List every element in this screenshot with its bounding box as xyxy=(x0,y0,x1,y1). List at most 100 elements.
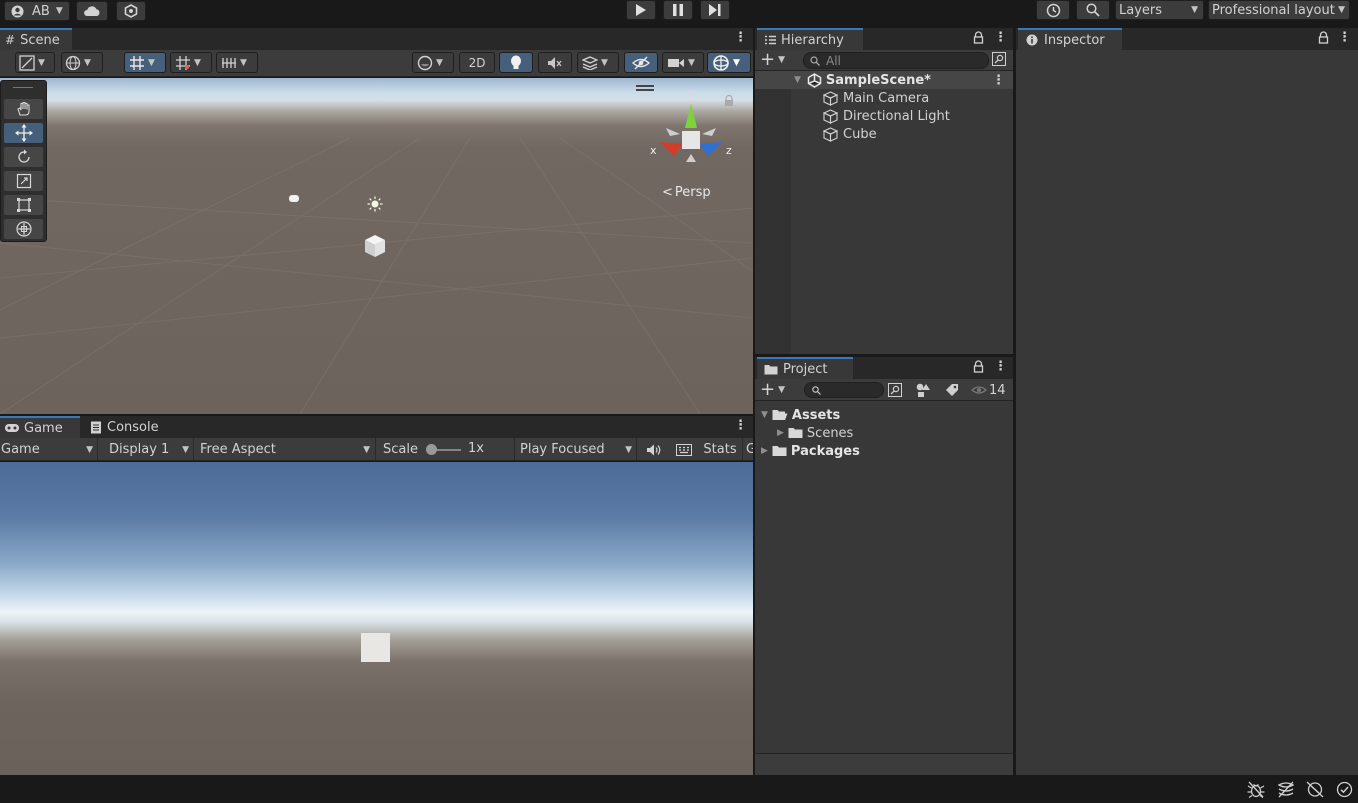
hierarchy-item[interactable]: Main Camera xyxy=(823,89,929,107)
increment-snap-button[interactable]: ▼ xyxy=(170,52,212,73)
tab-console[interactable]: Console xyxy=(84,416,168,438)
persp-label: Persp xyxy=(674,185,711,200)
tab-project[interactable]: Project xyxy=(757,357,853,379)
gamepad-icon xyxy=(4,423,20,433)
more-options-icon[interactable]: ⋮ xyxy=(734,30,747,45)
lock-icon[interactable] xyxy=(973,360,984,377)
world-view-dropdown[interactable]: ▼ xyxy=(61,52,103,73)
stats-toggle[interactable]: Stats xyxy=(699,438,741,460)
collab-button[interactable] xyxy=(116,1,146,21)
history-button[interactable] xyxy=(1036,0,1070,20)
aspect-dropdown[interactable]: Free Aspect ▼ xyxy=(195,438,376,460)
expand-arrow-icon[interactable]: ▶ xyxy=(761,446,768,456)
hidden-count: 14 xyxy=(989,382,1006,398)
more-options-icon[interactable]: ⋮ xyxy=(1338,30,1351,45)
hierarchy-item[interactable]: Cube xyxy=(823,125,877,143)
debug-bug-icon[interactable] xyxy=(1247,781,1265,802)
create-dropdown[interactable]: + ▼ xyxy=(760,381,794,399)
cube-render xyxy=(361,633,390,662)
gizmos-toggle[interactable]: G xyxy=(742,438,753,460)
plus-icon: + xyxy=(760,379,776,400)
more-options-icon[interactable]: ⋮ xyxy=(734,418,747,433)
toggle-2d-button[interactable]: 2D xyxy=(459,52,495,73)
filter-by-type-icon[interactable] xyxy=(915,382,931,402)
hidden-packages-toggle[interactable]: 14 xyxy=(971,381,1011,399)
gizmos-dropdown[interactable]: ▼ xyxy=(707,52,751,73)
speaker-icon xyxy=(646,443,662,457)
tab-game[interactable]: Game xyxy=(0,416,80,438)
grid-hash-icon: # xyxy=(5,33,16,47)
cloud-button[interactable] xyxy=(76,1,108,21)
expand-arrow-icon[interactable]: ▶ xyxy=(777,428,784,438)
expand-arrow-icon[interactable]: ▼ xyxy=(794,75,801,85)
search-button[interactable] xyxy=(1076,0,1110,20)
cache-server-icon[interactable] xyxy=(1277,781,1295,802)
status-check-icon[interactable] xyxy=(1336,781,1353,802)
draw-mode-dropdown[interactable]: ▼ xyxy=(15,52,55,73)
audio-toggle[interactable] xyxy=(538,52,572,73)
tab-inspector[interactable]: Inspector xyxy=(1018,28,1122,50)
shortcuts-toggle[interactable] xyxy=(670,438,698,460)
filter-by-label-icon[interactable] xyxy=(945,383,959,401)
play-mode-dropdown[interactable]: Play Focused ▼ xyxy=(514,438,637,460)
gizmo-menu-icon[interactable] xyxy=(636,85,654,91)
scene-root-row[interactable]: ▼ SampleScene* ⋮ xyxy=(755,71,1013,89)
shading-dropdown[interactable]: ▼ xyxy=(412,52,454,73)
folder-packages-row[interactable]: ▶ Packages xyxy=(761,442,860,460)
tab-hierarchy[interactable]: Hierarchy xyxy=(757,28,863,50)
transform-tool-button[interactable] xyxy=(4,219,43,239)
lock-icon[interactable] xyxy=(1318,31,1329,48)
more-options-icon[interactable]: ⋮ xyxy=(994,359,1007,374)
scale-slider-thumb[interactable] xyxy=(426,444,437,455)
hierarchy-search-field[interactable]: All xyxy=(803,52,989,69)
pause-button[interactable] xyxy=(663,0,693,20)
step-icon xyxy=(709,4,721,16)
create-dropdown[interactable]: + ▼ xyxy=(760,51,794,69)
layout-dropdown[interactable]: Professional layout ▼ xyxy=(1208,0,1350,20)
account-dropdown[interactable]: AB ▼ xyxy=(4,1,70,21)
step-button[interactable] xyxy=(700,0,730,20)
play-button[interactable] xyxy=(626,0,656,20)
more-options-icon[interactable]: ⋮ xyxy=(992,73,1005,88)
lighting-toggle[interactable] xyxy=(499,52,533,73)
auto-generate-lighting-icon[interactable] xyxy=(1306,781,1324,802)
mute-audio-toggle[interactable] xyxy=(640,438,668,460)
lightbulb-icon xyxy=(510,55,522,71)
effects-dropdown[interactable]: ▼ xyxy=(577,52,619,73)
scene-viewport[interactable]: y x z < Persp xyxy=(0,78,753,414)
search-by-type-icon[interactable] xyxy=(888,383,902,401)
more-options-icon[interactable]: ⋮ xyxy=(994,30,1007,45)
visibility-toggle[interactable] xyxy=(624,52,658,73)
gameobject-cube-icon xyxy=(823,126,838,142)
search-options-icon[interactable] xyxy=(992,52,1006,70)
cube-object[interactable] xyxy=(363,234,387,262)
tab-scene[interactable]: # Scene xyxy=(0,28,72,50)
folder-scenes-label: Scenes xyxy=(806,425,854,441)
grid-snap-button[interactable]: ▼ xyxy=(124,52,166,73)
project-search-field[interactable] xyxy=(804,382,884,398)
align-dropdown[interactable]: ▼ xyxy=(216,52,258,73)
move-tool-button[interactable] xyxy=(4,123,43,143)
scale-tool-button[interactable] xyxy=(4,171,43,191)
rotate-tool-button[interactable] xyxy=(4,147,43,167)
projection-toggle[interactable]: < Persp xyxy=(662,185,711,200)
chevron-down-icon: ▼ xyxy=(733,57,740,68)
hand-tool-button[interactable] xyxy=(4,99,43,119)
hierarchy-item[interactable]: Directional Light xyxy=(823,107,950,125)
scale-icon xyxy=(16,173,32,189)
game-viewport[interactable] xyxy=(0,462,753,775)
scale-slider[interactable] xyxy=(426,444,461,455)
palette-drag-handle[interactable] xyxy=(13,87,33,88)
camera-dropdown[interactable]: ▼ xyxy=(662,52,704,73)
game-view-dropdown[interactable]: Game ▼ xyxy=(0,438,98,460)
hierarchy-toolbar: + ▼ All xyxy=(755,50,1013,71)
expand-arrow-icon[interactable]: ▼ xyxy=(761,410,768,420)
rect-tool-button[interactable] xyxy=(4,195,43,215)
align-icon xyxy=(221,55,237,71)
folder-scenes-row[interactable]: ▶ Scenes xyxy=(777,424,853,442)
lock-icon[interactable] xyxy=(973,31,984,48)
folder-assets-row[interactable]: ▼ Assets xyxy=(761,406,840,424)
orientation-gizmo[interactable]: y x z < Persp xyxy=(636,78,746,208)
display-dropdown[interactable]: Display 1 ▼ xyxy=(104,438,194,460)
layers-dropdown[interactable]: Layers ▼ xyxy=(1115,0,1204,20)
